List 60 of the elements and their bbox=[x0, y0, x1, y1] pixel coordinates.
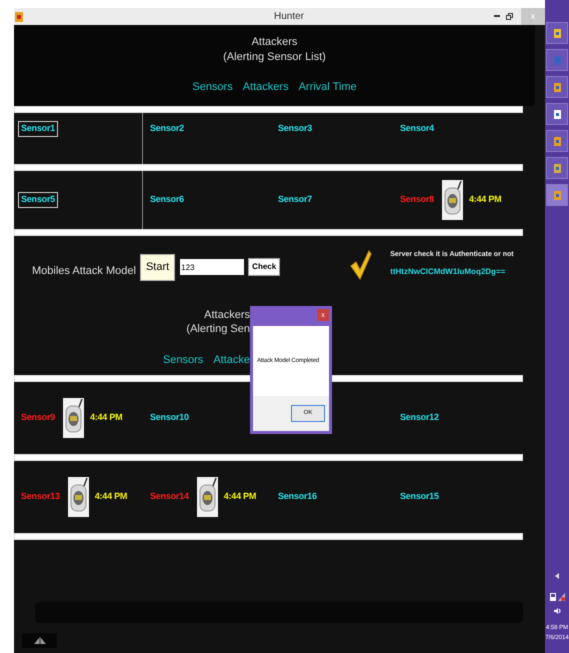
app-icon bbox=[554, 110, 560, 118]
panel-title: Attackers bbox=[204, 308, 250, 322]
taskbar-app-icon[interactable] bbox=[546, 157, 568, 179]
chevron-left-icon[interactable] bbox=[555, 573, 559, 579]
check-button[interactable]: Check bbox=[248, 258, 280, 276]
sensor-label[interactable]: Sensor14 bbox=[147, 489, 192, 505]
panel-title: Attackers bbox=[252, 35, 298, 49]
column-header: Arrival Time bbox=[298, 80, 357, 95]
arrival-time: 4:44 PM bbox=[468, 193, 502, 206]
app-icon bbox=[554, 164, 560, 172]
attack-model-label: Mobiles Attack Model bbox=[32, 264, 136, 279]
sensor-label[interactable]: Sensor15 bbox=[397, 489, 442, 505]
number-input[interactable]: 123 bbox=[180, 259, 244, 275]
taskbar-app-icon[interactable] bbox=[546, 22, 568, 44]
device-icon bbox=[68, 477, 89, 517]
app-icon bbox=[554, 56, 560, 64]
server-hash: ttHtzNwCICMdW1IuMoq2Dg== bbox=[390, 266, 506, 278]
device-icon bbox=[196, 477, 218, 517]
battery-icon[interactable] bbox=[550, 593, 556, 601]
app-icon bbox=[554, 190, 560, 200]
sensor-label[interactable]: Sensor13 bbox=[18, 489, 63, 505]
app-icon bbox=[554, 136, 560, 146]
column-header: Attacke bbox=[213, 353, 250, 368]
column-header: Sensors bbox=[162, 353, 204, 368]
start-button[interactable]: Start bbox=[140, 254, 176, 280]
sensor-label[interactable]: Sensor9 bbox=[18, 410, 58, 426]
arrival-time: 4:44 PM bbox=[94, 490, 128, 504]
panel-subtitle: (Alerting Sensor List) bbox=[223, 50, 326, 65]
arrival-time: 4:44 PM bbox=[90, 411, 122, 424]
device-icon bbox=[62, 398, 84, 438]
sensor-label[interactable]: Sensor10 bbox=[147, 410, 192, 426]
sensor-label[interactable]: Sensor5 bbox=[18, 192, 58, 208]
app-icon bbox=[554, 28, 560, 38]
device-icon bbox=[442, 180, 463, 220]
sensor-label[interactable]: Sensor2 bbox=[147, 121, 187, 136]
sensor-label[interactable]: Sensor1 bbox=[18, 121, 58, 136]
network-icon[interactable] bbox=[558, 593, 564, 601]
checkmark-icon bbox=[350, 250, 372, 280]
triangle-icon bbox=[34, 637, 46, 644]
taskbar-app-icon[interactable] bbox=[546, 130, 568, 152]
sensor-label[interactable]: Sensor7 bbox=[275, 192, 315, 208]
sensor-label[interactable]: Sensor8 bbox=[397, 192, 437, 208]
window-title: Hunter bbox=[274, 10, 304, 24]
arrival-time: 4:44 PM bbox=[224, 490, 256, 504]
volume-icon[interactable] bbox=[554, 607, 560, 615]
taskbar-app-icon[interactable] bbox=[546, 103, 568, 125]
column-header: Attackers bbox=[242, 80, 289, 95]
panel-subtitle: (Alerting Sen bbox=[186, 322, 250, 336]
sensor-label[interactable]: Sensor4 bbox=[397, 121, 437, 136]
minimize-icon[interactable] bbox=[494, 15, 500, 18]
sensor-label[interactable]: Sensor16 bbox=[275, 489, 320, 505]
restore-icon[interactable] bbox=[506, 13, 513, 20]
app-icon bbox=[554, 82, 560, 92]
bottom-tab[interactable] bbox=[22, 633, 57, 648]
column-header: Sensors bbox=[192, 80, 233, 95]
app-icon bbox=[15, 12, 23, 22]
sensor-label[interactable]: Sensor12 bbox=[397, 410, 442, 426]
sensor-label[interactable]: Sensor3 bbox=[275, 121, 315, 136]
sensor-label[interactable]: Sensor6 bbox=[147, 192, 187, 208]
taskbar-app-icon[interactable] bbox=[546, 76, 568, 98]
